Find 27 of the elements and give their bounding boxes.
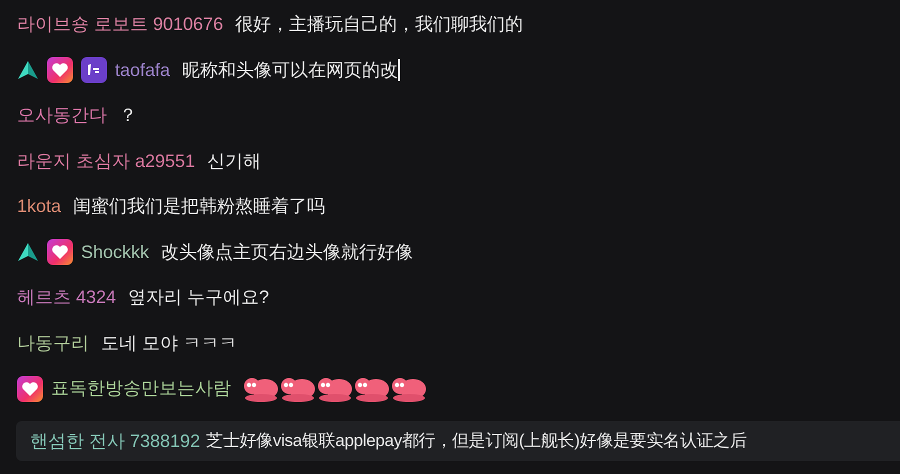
rank-badge-icon bbox=[81, 57, 107, 84]
chat-message: 改头像点主页右边头像就行好像 bbox=[161, 240, 414, 264]
octopus-emote-icon bbox=[280, 376, 316, 402]
username[interactable]: taofafa bbox=[115, 56, 170, 84]
chat-message: 芝士好像visa银联applepay都行，但是订阅(上舰长)好像是要实名认证之后 bbox=[206, 430, 747, 452]
username[interactable]: 나동구리 bbox=[17, 330, 89, 357]
chat-message: 도네 모야 ㅋㅋㅋ bbox=[101, 332, 238, 355]
octopus-emote-icon bbox=[391, 376, 427, 402]
username[interactable]: 헤르츠 4324 bbox=[17, 284, 116, 312]
octopus-emote-icon bbox=[243, 376, 279, 402]
username[interactable]: Shockkk bbox=[81, 238, 150, 266]
username[interactable]: 라이브숑 로보트 9010676 bbox=[17, 11, 224, 38]
chat-message: 옆자리 누구에요? bbox=[128, 286, 270, 310]
chat-message: ？ bbox=[119, 104, 137, 128]
chat-message: 신기해 bbox=[207, 150, 262, 173]
username[interactable]: 핸섬한 전사 7388192 bbox=[30, 428, 200, 454]
username[interactable]: 오사동간다 bbox=[17, 102, 107, 130]
username[interactable]: 표독한방송만보는사람 bbox=[51, 375, 231, 402]
chat-message: 昵称和头像可以在网页的改 bbox=[182, 58, 400, 84]
triangle-icon bbox=[17, 60, 39, 80]
octopus-emote-icon bbox=[317, 376, 353, 402]
chat-message: 闺蜜们我们是把韩粉熬睡着了吗 bbox=[73, 195, 326, 218]
username[interactable]: 1kota bbox=[17, 193, 62, 220]
chat-message: 很好，主播玩自己的，我们聊我们的 bbox=[235, 13, 524, 36]
triangle-icon bbox=[17, 242, 39, 262]
username[interactable]: 라운지 초심자 a29551 bbox=[17, 148, 196, 175]
octopus-emote-icon bbox=[354, 376, 390, 402]
